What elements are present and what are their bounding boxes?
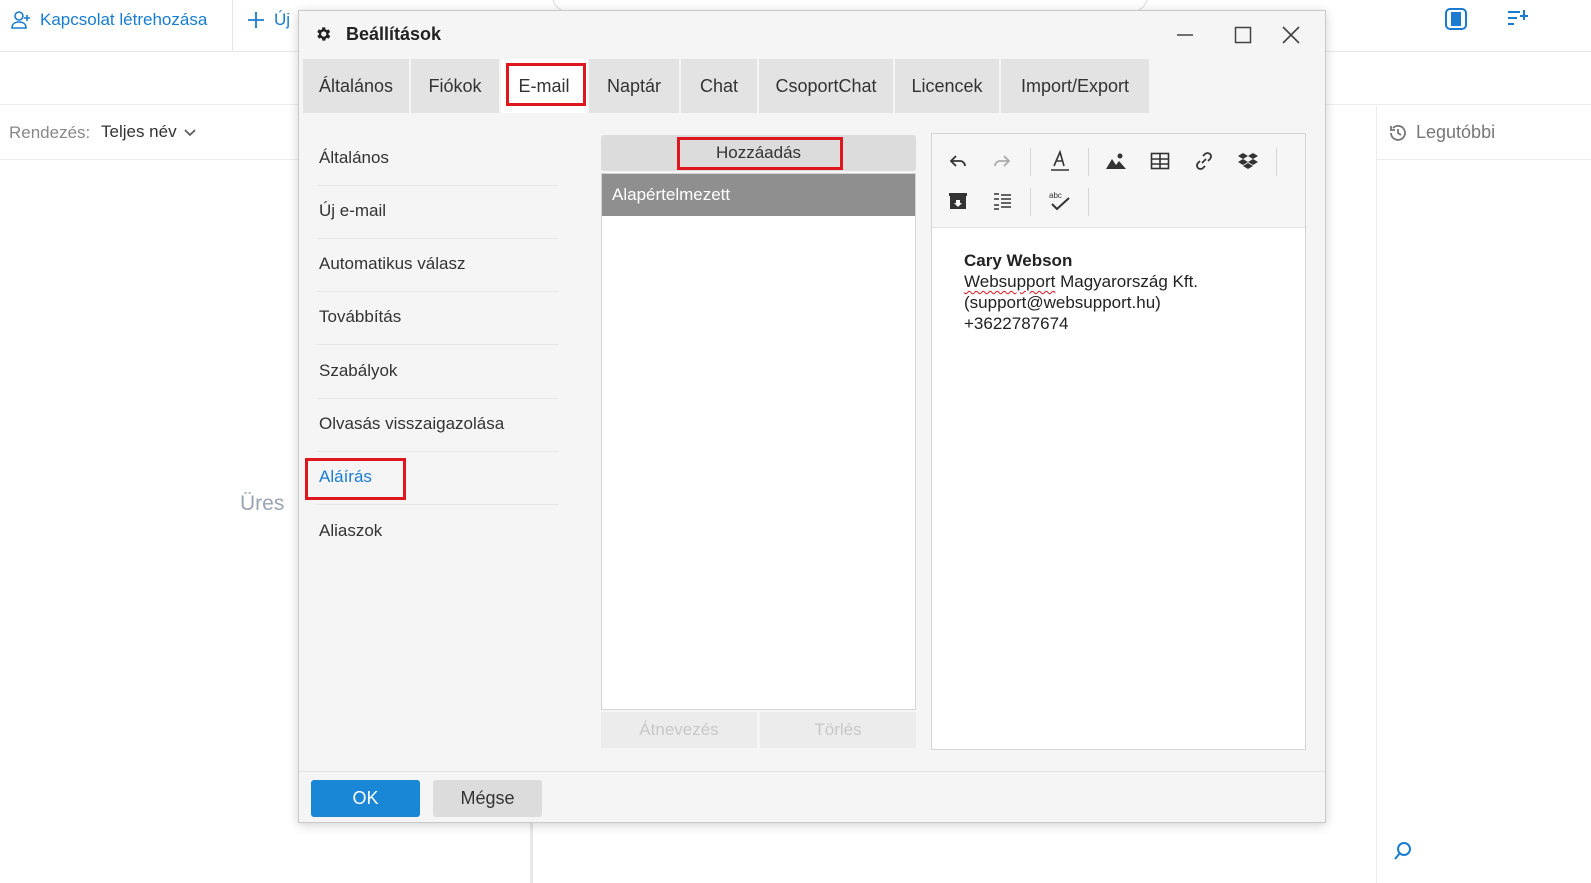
company-word: Websupport — [964, 272, 1056, 291]
menu-item-signature[interactable]: Aláírás — [299, 450, 559, 503]
history-icon — [1390, 124, 1406, 141]
right-panel — [1376, 106, 1591, 883]
add-signature-button[interactable]: Hozzáadás — [601, 135, 916, 171]
settings-dialog: Beállítások Általános Fiókok E-mail Napt… — [298, 10, 1326, 823]
toolbar-divider — [1030, 188, 1031, 216]
tab-label: Chat — [699, 75, 739, 96]
tab-label: Licencek — [911, 75, 983, 96]
signature-name: Cary Webson — [964, 251, 1073, 270]
maximize-icon — [1234, 26, 1252, 44]
tab-group-chat[interactable]: CsoportChat — [759, 59, 893, 113]
svg-text:abc: abc — [1049, 191, 1062, 200]
tab-general[interactable]: Általános — [303, 59, 409, 113]
sort-value: Teljes név — [101, 122, 177, 141]
dialog-footer: OK Mégse — [299, 771, 1325, 822]
gear-icon — [317, 27, 331, 41]
signature-editor[interactable]: abc Cary Webson Websupport Magyarország … — [931, 133, 1306, 750]
toolbar-divider — [1088, 148, 1089, 176]
menu-item-general[interactable]: Általános — [299, 131, 559, 184]
tab-import-export[interactable]: Import/Export — [1001, 59, 1149, 113]
menu-item-label: Továbbítás — [319, 306, 402, 326]
toolbar-divider — [1030, 148, 1031, 176]
sort-dropdown[interactable]: Teljes név — [101, 122, 197, 142]
spellcheck-icon[interactable]: abc — [1044, 186, 1076, 216]
menu-item-auto-reply[interactable]: Automatikus válasz — [299, 237, 559, 290]
dropbox-icon[interactable] — [1232, 146, 1264, 176]
close-button[interactable] — [1271, 19, 1311, 51]
topbar-divider — [232, 0, 233, 52]
sort-label: Rendezés: — [9, 123, 91, 142]
list-icon[interactable] — [986, 186, 1018, 216]
dialog-title: Beállítások — [346, 24, 442, 44]
layout-toggle-icon[interactable] — [1444, 7, 1468, 36]
tab-label: E-mail — [518, 75, 570, 96]
recent-button[interactable]: Legutóbbi — [1388, 122, 1495, 143]
editor-toolbar: abc — [932, 134, 1305, 228]
signature-list-item[interactable]: Alapértelmezett — [602, 174, 915, 216]
menu-item-label: Aliaszok — [319, 520, 383, 540]
company-rest: Magyarország Kft. — [1055, 272, 1199, 291]
tab-label: Fiókok — [428, 75, 482, 96]
menu-item-forwarding[interactable]: Továbbítás — [299, 290, 559, 343]
image-icon[interactable] — [1100, 146, 1132, 176]
menu-item-label: Új e-mail — [319, 200, 387, 220]
link-icon[interactable] — [1188, 146, 1220, 176]
tab-label: Import/Export — [1020, 75, 1130, 96]
ok-button[interactable]: OK — [311, 780, 420, 817]
tab-accounts[interactable]: Fiókok — [411, 59, 499, 113]
delete-signature-button: Törlés — [760, 712, 916, 748]
tab-chat[interactable]: Chat — [681, 59, 757, 113]
undo-icon[interactable] — [942, 146, 974, 176]
dialog-titlebar[interactable]: Beállítások — [299, 11, 1325, 59]
signature-email: (support@websupport.hu) — [964, 293, 1161, 312]
tab-email[interactable]: E-mail — [501, 59, 587, 113]
menu-item-label: Aláírás — [319, 466, 372, 486]
plus-icon — [248, 12, 264, 28]
tab-licenses[interactable]: Licencek — [895, 59, 999, 113]
new-label: Új — [274, 10, 291, 29]
tab-label: CsoportChat — [775, 75, 877, 96]
table-icon[interactable] — [1144, 146, 1176, 176]
minimize-icon — [1177, 34, 1193, 36]
empty-list-label: Üres — [240, 492, 285, 515]
menu-item-label: Szabályok — [319, 360, 398, 380]
menu-item-aliases[interactable]: Aliaszok — [299, 504, 559, 557]
recent-divider — [1377, 159, 1591, 160]
minimize-button[interactable] — [1165, 19, 1205, 51]
column-divider — [530, 820, 533, 883]
signature-content[interactable]: Cary Webson Websupport Magyarország Kft.… — [964, 250, 1198, 334]
chevron-down-icon — [184, 129, 196, 137]
create-contact-button[interactable]: Kapcsolat létrehozása — [10, 8, 207, 32]
recent-label: Legutóbbi — [1416, 122, 1496, 142]
signature-phone: +3622787674 — [964, 314, 1069, 333]
create-contact-label: Kapcsolat létrehozása — [40, 10, 208, 29]
maximize-button[interactable] — [1223, 19, 1263, 51]
menu-item-label: Olvasás visszaigazolása — [319, 413, 505, 433]
sort-filter-icon[interactable] — [1506, 7, 1530, 36]
redo-icon[interactable] — [986, 146, 1018, 176]
cancel-button[interactable]: Mégse — [433, 780, 542, 817]
signature-list: Alapértelmezett — [601, 173, 916, 710]
rename-signature-button: Átnevezés — [601, 712, 757, 748]
close-icon — [1282, 26, 1300, 44]
search-icon[interactable] — [1392, 840, 1414, 867]
menu-item-label: Általános — [319, 147, 389, 167]
toolbar-divider — [1088, 188, 1089, 216]
toolbar-divider — [1276, 148, 1277, 176]
tab-calendar[interactable]: Naptár — [589, 59, 679, 113]
menu-item-new-email[interactable]: Új e-mail — [299, 184, 559, 237]
add-user-icon — [11, 11, 30, 29]
tab-label: Naptár — [606, 75, 662, 96]
new-button[interactable]: Új — [246, 8, 290, 32]
signature-company: Websupport Magyarország Kft. — [964, 271, 1198, 292]
menu-item-rules[interactable]: Szabályok — [299, 344, 559, 397]
menu-item-label: Automatikus válasz — [319, 253, 466, 273]
archive-icon[interactable] — [942, 186, 974, 216]
tab-label: Általános — [318, 75, 394, 96]
font-icon[interactable] — [1044, 146, 1076, 176]
menu-item-read-receipt[interactable]: Olvasás visszaigazolása — [299, 397, 559, 450]
settings-tabs: Általános Fiókok E-mail Naptár Chat Csop… — [299, 59, 1325, 113]
